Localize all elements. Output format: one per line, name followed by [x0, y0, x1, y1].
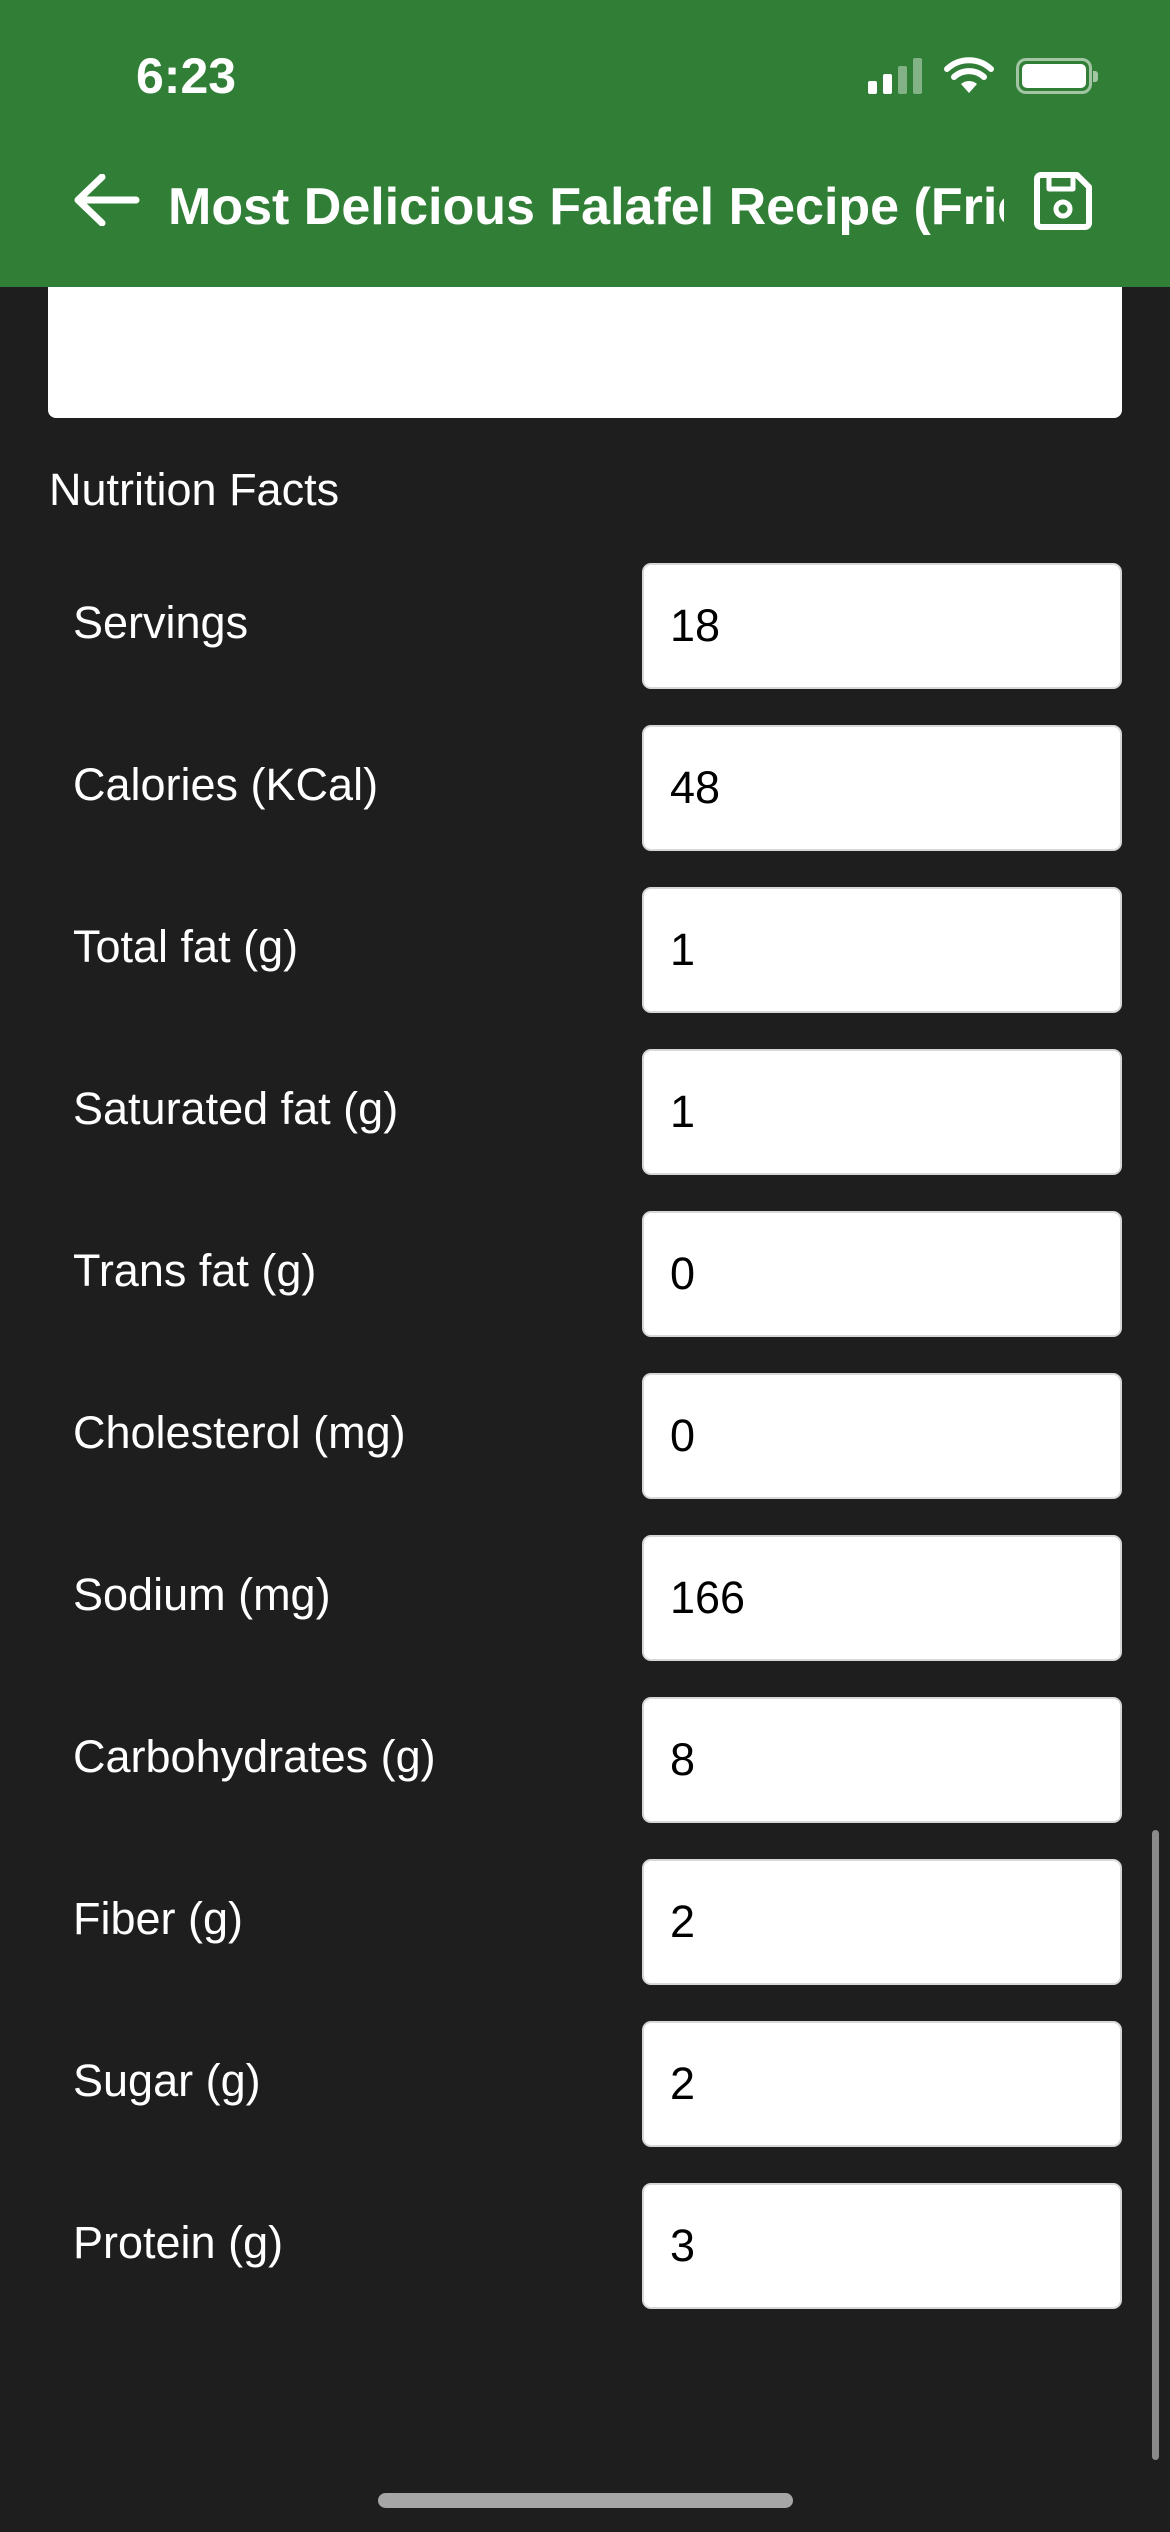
page-title: Most Delicious Falafel Recipe (Fried or …: [168, 178, 1004, 236]
nutrition-label: Sugar (g): [73, 2055, 261, 2106]
back-button[interactable]: [72, 170, 142, 230]
battery-icon: [1016, 58, 1098, 94]
nutrition-row-saturated-fat: Saturated fat (g): [0, 1049, 1170, 1175]
nutrition-row-trans-fat: Trans fat (g): [0, 1211, 1170, 1337]
cholesterol-input[interactable]: [642, 1373, 1122, 1499]
trans-fat-input[interactable]: [642, 1211, 1122, 1337]
nutrition-label: Protein (g): [73, 2217, 284, 2268]
floppy-disk-icon: [1034, 172, 1092, 230]
nutrition-label: Carbohydrates (g): [73, 1731, 436, 1782]
servings-input[interactable]: [642, 563, 1122, 689]
nutrition-label: Saturated fat (g): [73, 1083, 399, 1134]
nutrition-row-carbohydrates: Carbohydrates (g): [0, 1697, 1170, 1823]
app-bar: 6:23 Most Delicious Falafel Recipe (Frie…: [0, 0, 1170, 287]
sodium-input[interactable]: [642, 1535, 1122, 1661]
nutrition-row-fiber: Fiber (g): [0, 1859, 1170, 1985]
save-button[interactable]: [1030, 168, 1096, 234]
nutrition-label: Trans fat (g): [73, 1245, 317, 1296]
saturated-fat-input[interactable]: [642, 1049, 1122, 1175]
carbohydrates-input[interactable]: [642, 1697, 1122, 1823]
nutrition-row-sodium: Sodium (mg): [0, 1535, 1170, 1661]
home-indicator[interactable]: [378, 2493, 793, 2508]
nutrition-row-sugar: Sugar (g): [0, 2021, 1170, 2147]
wifi-icon: [944, 57, 994, 93]
total-fat-input[interactable]: [642, 887, 1122, 1013]
protein-input[interactable]: [642, 2183, 1122, 2309]
nutrition-row-servings: Servings: [0, 563, 1170, 689]
nutrition-row-protein: Protein (g): [0, 2183, 1170, 2309]
nutrition-facts-heading: Nutrition Facts: [49, 464, 340, 515]
nutrition-label: Cholesterol (mg): [73, 1407, 406, 1458]
recipe-edit-screen: 6:23 Most Delicious Falafel Recipe (Frie…: [0, 0, 1170, 2532]
sugar-input[interactable]: [642, 2021, 1122, 2147]
nutrition-label: Sodium (mg): [73, 1569, 331, 1620]
fiber-input[interactable]: [642, 1859, 1122, 1985]
scrollbar[interactable]: [1152, 1830, 1159, 2460]
nutrition-label: Servings: [73, 597, 249, 648]
nutrition-row-calories: Calories (KCal): [0, 725, 1170, 851]
nutrition-row-total-fat: Total fat (g): [0, 887, 1170, 1013]
nutrition-label: Fiber (g): [73, 1893, 244, 1944]
status-icons: [868, 52, 1098, 100]
nutrition-row-cholesterol: Cholesterol (mg): [0, 1373, 1170, 1499]
nutrition-label: Calories (KCal): [73, 759, 379, 810]
status-time: 6:23: [136, 48, 237, 104]
calories-input[interactable]: [642, 725, 1122, 851]
notes-textarea[interactable]: [48, 287, 1122, 418]
nutrition-label: Total fat (g): [73, 921, 299, 972]
cellular-signal-icon: [868, 58, 922, 94]
arrow-left-icon: [74, 174, 140, 226]
